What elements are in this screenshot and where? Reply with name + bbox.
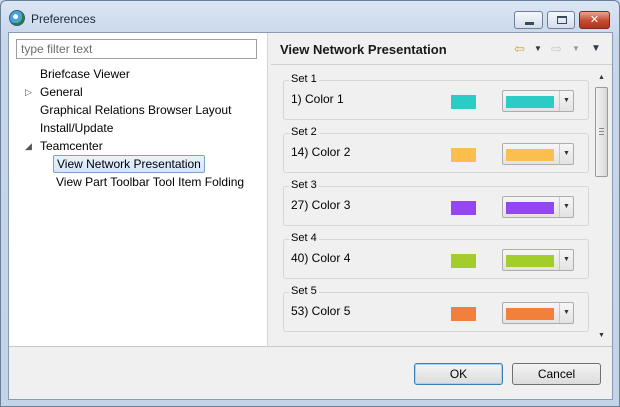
tree-item[interactable]: View Part Toolbar Tool Item Folding <box>56 173 244 191</box>
color-sets-list: Set 1 1) Color 1 ▼ Set 2 14) Color 2 ▼ Set 3 27… <box>277 71 612 343</box>
group-title: Set 5 <box>289 285 319 297</box>
color-picker-fill <box>506 255 554 267</box>
color-swatch <box>451 254 476 268</box>
color-picker-fill <box>506 308 554 320</box>
color-swatch <box>451 201 476 215</box>
color-row-label: 1) Color 1 <box>291 92 344 106</box>
color-row-label: 14) Color 2 <box>291 145 351 159</box>
tree-item[interactable]: Teamcenter <box>40 137 103 155</box>
app-icon <box>9 10 25 26</box>
color-picker-fill <box>506 149 554 161</box>
title-bar: Preferences ✕ <box>1 1 619 35</box>
color-picker-fill <box>506 96 554 108</box>
close-button[interactable]: ✕ <box>579 11 610 29</box>
color-row-label: 40) Color 4 <box>291 251 351 265</box>
forward-history-dropdown-icon[interactable]: ▼ <box>572 44 580 53</box>
group-title: Set 2 <box>289 126 319 138</box>
tree-item[interactable]: Graphical Relations Browser Layout <box>40 101 231 119</box>
back-arrow-icon[interactable]: ⇦ <box>514 41 525 57</box>
tree-item-label: View Network Presentation <box>57 157 201 171</box>
color-swatch <box>451 148 476 162</box>
group-title: Set 1 <box>289 73 319 85</box>
dialog-body: Briefcase Viewer General ▷ Graphical Relati… <box>8 32 613 400</box>
maximize-icon <box>557 16 567 24</box>
button-bar-separator <box>9 346 612 347</box>
tree-item-label: Install/Update <box>40 121 114 135</box>
preferences-dialog: Preferences ✕ Briefcase Viewer General ▷ Gr… <box>0 0 620 407</box>
close-icon: ✕ <box>589 14 600 26</box>
dropdown-arrow-icon[interactable]: ▼ <box>559 197 573 217</box>
filter-input[interactable] <box>16 39 257 59</box>
color-set-group: Set 5 53) Color 5 ▼ <box>283 285 589 332</box>
dropdown-arrow-icon[interactable]: ▼ <box>559 303 573 323</box>
scroll-thumb[interactable] <box>595 87 608 177</box>
color-set-group: Set 1 1) Color 1 ▼ <box>283 73 589 120</box>
color-row-label: 27) Color 3 <box>291 198 351 212</box>
group-title: Set 4 <box>289 232 319 244</box>
forward-arrow-icon[interactable]: ⇨ <box>551 41 562 57</box>
color-picker-button[interactable]: ▼ <box>502 90 574 112</box>
minimize-button[interactable] <box>514 11 543 29</box>
expand-arrow-icon[interactable]: ▷ <box>25 87 32 98</box>
back-history-dropdown-icon[interactable]: ▼ <box>534 44 542 53</box>
scroll-up-icon[interactable]: ▲ <box>594 71 609 85</box>
title-separator <box>271 64 612 65</box>
tree-item[interactable]: Install/Update <box>40 119 113 137</box>
preference-tree-pane: Briefcase Viewer General ▷ Graphical Relati… <box>9 33 267 346</box>
group-title: Set 3 <box>289 179 319 191</box>
color-picker-fill <box>506 202 554 214</box>
color-swatch <box>451 307 476 321</box>
window-title: Preferences <box>31 12 96 26</box>
color-set-group: Set 2 14) Color 2 ▼ <box>283 126 589 173</box>
color-swatch <box>451 95 476 109</box>
dropdown-arrow-icon[interactable]: ▼ <box>559 144 573 164</box>
color-picker-button[interactable]: ▼ <box>502 249 574 271</box>
maximize-button[interactable] <box>547 11 575 29</box>
color-picker-button[interactable]: ▼ <box>502 196 574 218</box>
tree-item-label: Graphical Relations Browser Layout <box>40 103 232 117</box>
vertical-scrollbar[interactable]: ▲ ▼ <box>594 71 609 343</box>
color-row-label: 53) Color 5 <box>291 304 351 318</box>
color-set-group: Set 4 40) Color 4 ▼ <box>283 232 589 279</box>
color-picker-button[interactable]: ▼ <box>502 143 574 165</box>
tree-item-label: General <box>40 85 83 99</box>
tree-item[interactable]: View Network Presentation <box>53 155 205 173</box>
view-menu-icon[interactable]: ▼ <box>591 43 601 54</box>
page-title: View Network Presentation <box>280 42 447 57</box>
preference-page: View Network Presentation ⇦ ▼ ⇨ ▼ ▼ Set … <box>271 33 612 346</box>
tree-item-label: View Part Toolbar Tool Item Folding <box>56 175 245 189</box>
grip-icon <box>599 128 604 135</box>
ok-button[interactable]: OK <box>414 363 503 385</box>
tree-item-label: Teamcenter <box>40 139 103 153</box>
tree-item[interactable]: General <box>40 83 83 101</box>
minimize-icon <box>525 22 534 25</box>
tree-item-label: Briefcase Viewer <box>40 67 130 81</box>
color-picker-button[interactable]: ▼ <box>502 302 574 324</box>
cancel-button[interactable]: Cancel <box>512 363 601 385</box>
dropdown-arrow-icon[interactable]: ▼ <box>559 250 573 270</box>
collapse-arrow-icon[interactable]: ◢ <box>25 141 32 152</box>
dropdown-arrow-icon[interactable]: ▼ <box>559 91 573 111</box>
tree-item[interactable]: Briefcase Viewer <box>40 65 130 83</box>
color-set-group: Set 3 27) Color 3 ▼ <box>283 179 589 226</box>
scroll-down-icon[interactable]: ▼ <box>594 329 609 343</box>
